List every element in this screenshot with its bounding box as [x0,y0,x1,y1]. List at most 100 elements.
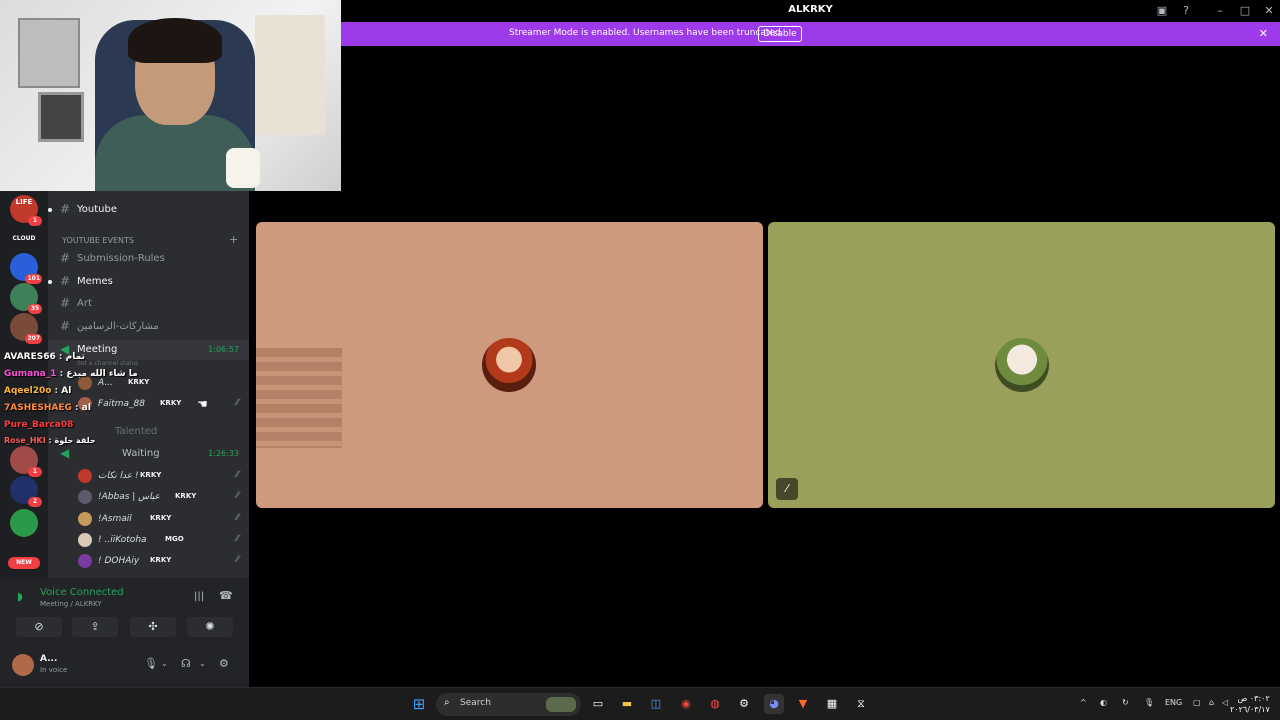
chat-message: Pure_Barca08 [4,420,74,430]
app-icon[interactable]: ◍ [705,694,725,714]
settings-gear-icon[interactable]: ⚙ [219,657,229,670]
hash-icon: # [60,296,71,310]
wall-plaque [18,18,80,88]
username[interactable]: A... [40,654,57,664]
server-icon-5[interactable]: 207 [10,313,42,344]
mute-icon: ⁄⁄ [235,534,239,544]
voice-member[interactable]: !Abbas | عباس KRKY ⁄⁄ [78,487,249,507]
tray-icon[interactable]: ↻ [1122,698,1129,707]
minimize-button[interactable]: – [1212,3,1228,19]
channel-arabic[interactable]: # مشاركات-الرسامين [48,317,249,337]
mute-icon: ⁄⁄ [235,398,239,408]
unread-dot [48,280,52,284]
taskbar-search[interactable]: ⌕ Search [436,693,581,716]
voice-member[interactable]: ! DOHAiy KRKY ⁄⁄ [78,551,249,571]
chevron-down-icon[interactable]: ⌄ [161,659,168,668]
inbox-icon[interactable]: ▣ [1154,3,1170,19]
voice-member[interactable]: !Asmail KRKY ⁄⁄ [78,509,249,529]
muted-mic-icon: ⁄ [776,478,798,500]
tray-icon[interactable]: ◐ [1100,698,1107,707]
hash-icon: # [60,251,71,265]
clock[interactable]: ٠٣:٠٢ ص ٢٠٢٦/٠٣/١٧ [1230,693,1270,715]
unread-dot [48,208,52,212]
chat-message: Aqeel20o : Al [4,386,72,396]
noise-suppression-icon[interactable]: ||| [194,591,204,602]
server-icon-8[interactable] [10,509,38,537]
help-icon[interactable]: ? [1178,3,1194,19]
new-badge: NEW [8,557,40,569]
language-indicator[interactable]: ENG [1165,698,1182,707]
camera-button[interactable]: ⊘ [16,617,62,637]
server-icon-cloud[interactable]: CLOUD [10,225,38,253]
avatar [78,533,92,547]
server-icon-6[interactable]: 1 [10,446,42,477]
voice-member[interactable]: Faitma_88 KRKY ⁄⁄ [78,394,249,414]
voice-member[interactable]: ! ..iiKotoha MGO ⁄⁄ [78,530,249,550]
channel-memes[interactable]: # Memes [48,272,249,292]
hash-icon: # [60,274,71,288]
speaker-icon: ◀ [60,446,70,460]
channel-status[interactable]: Set a channel status [77,360,138,367]
webcam-overlay [0,0,341,191]
microphone-icon[interactable]: 🎙 [144,657,158,670]
disable-streamer-mode-button[interactable]: Disable [758,26,802,42]
wall-frame [38,92,84,142]
windows-start-icon[interactable]: ⊞ [409,694,429,714]
mute-icon: ⁄⁄ [235,470,239,480]
maximize-button[interactable]: □ [1237,3,1253,19]
steam-icon[interactable]: ⚙ [734,694,754,714]
headset [128,18,222,63]
server-icon-4[interactable]: 35 [10,283,42,314]
video-tile-user-2[interactable]: ⁄ [768,222,1275,508]
avatar [78,490,92,504]
app-icon-3[interactable]: ⧖ [851,694,871,714]
avatar [78,512,92,526]
overlay-artifact [256,348,342,448]
network-icon[interactable]: ⌂ [1209,698,1214,707]
banner-text: Streamer Mode is enabled. Usernames have… [509,28,784,38]
title-bar: ALKRKY ▣ ? – □ ✕ [341,0,1280,22]
voice-connected-label[interactable]: Voice Connected [40,587,124,598]
disconnect-icon[interactable]: ☎ [219,589,233,602]
channel-list: # Youtube YOUTUBE EVENTS + # Submission-… [48,191,249,578]
tray-chevron-up-icon[interactable]: ^ [1080,698,1087,707]
server-icon-7[interactable]: 2 [10,476,42,507]
mute-icon: ⁄⁄ [235,491,239,501]
channel-submission-rules[interactable]: # Submission-Rules [48,249,249,269]
soundboard-button[interactable]: ✺ [187,617,233,637]
chrome-icon[interactable]: ◉ [676,694,696,714]
user-panel: A... In voice 🎙 ⌄ ☊ ⌄ ⚙ [0,642,249,687]
brave-icon[interactable]: ▼ [793,694,813,714]
activities-button[interactable]: ✣ [130,617,176,637]
file-explorer-icon[interactable]: ▬ [617,694,637,714]
avatar [78,469,92,483]
discord-icon[interactable]: ◕ [764,694,784,714]
display-icon[interactable]: ▢ [1193,698,1201,707]
signal-icon: ◗ [17,590,23,603]
channel-art[interactable]: # Art [48,294,249,314]
hash-icon: # [60,202,71,216]
voice-member[interactable]: عدا نكات ! KRKY ⁄⁄ [78,466,249,486]
category-youtube-events[interactable]: YOUTUBE EVENTS [62,236,134,245]
server-icon-3[interactable]: 101 [10,253,42,284]
headphones-icon[interactable]: ☊ [181,657,191,670]
search-icon: ⌕ [444,697,450,708]
chat-message: AVARES66 : تمام [4,352,86,362]
avatar[interactable] [12,654,34,676]
store-icon[interactable]: ◫ [646,694,666,714]
microphone-icon[interactable]: 🎙 [1144,698,1154,707]
volume-icon[interactable]: ◁ [1222,698,1228,707]
add-channel-icon[interactable]: + [229,233,238,246]
avatar [995,338,1049,392]
channel-youtube[interactable]: # Youtube [48,200,249,220]
task-view-icon[interactable]: ▭ [588,694,608,714]
screen-share-button[interactable]: ⇪ [72,617,118,637]
server-icon-life[interactable]: LIFE 1 [10,195,42,226]
voice-channel-path[interactable]: Meeting / ALKRKY [40,600,102,608]
user-status: In voice [40,666,68,674]
close-window-button[interactable]: ✕ [1261,3,1277,19]
voice-channel-waiting[interactable]: ◀ Waiting 1:26:33 [48,444,249,464]
close-banner-icon[interactable]: ✕ [1259,27,1268,40]
chevron-down-icon[interactable]: ⌄ [199,659,206,668]
app-icon-2[interactable]: ▦ [822,694,842,714]
